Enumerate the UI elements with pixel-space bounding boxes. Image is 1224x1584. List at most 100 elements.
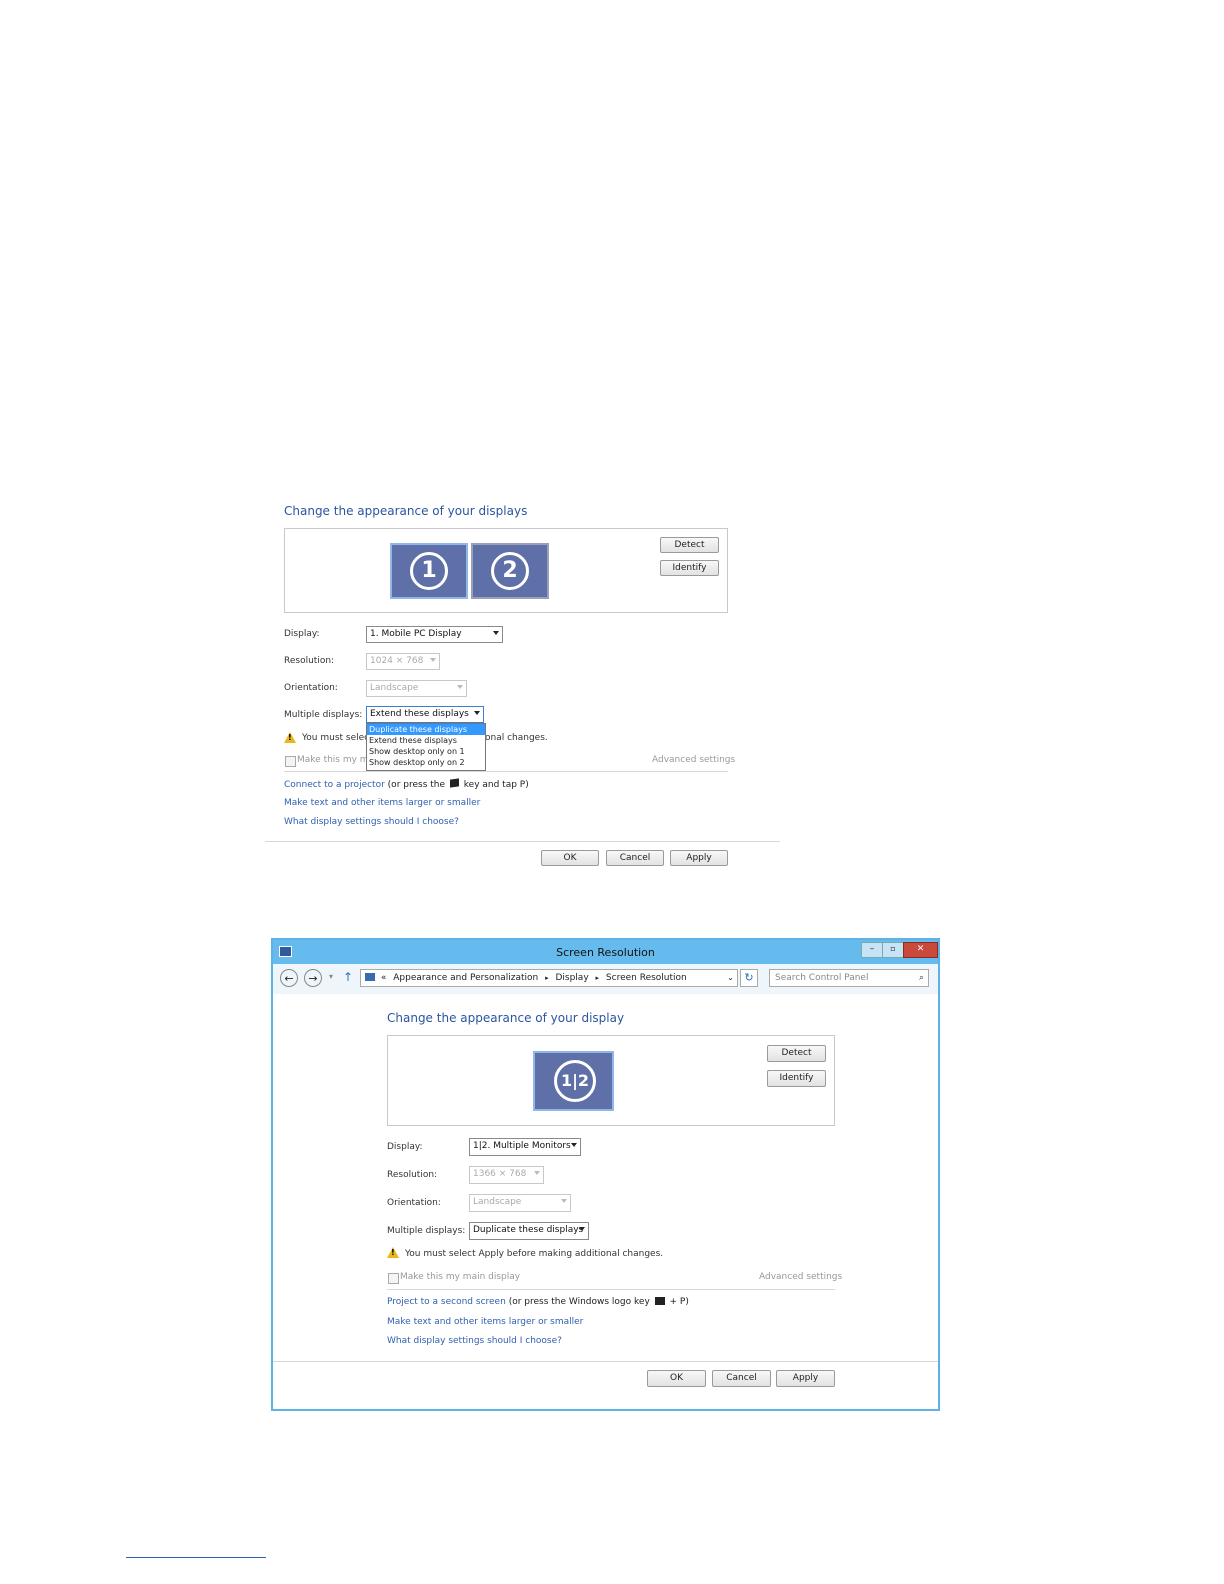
cancel-button[interactable]: Cancel (606, 850, 664, 866)
address-bar[interactable]: « Appearance and Personalization ▸ Displ… (360, 969, 738, 987)
chevron-down-icon (534, 1171, 540, 1175)
chevron-down-icon (474, 711, 480, 715)
detect-button[interactable]: Detect (660, 537, 719, 553)
breadcrumb-separator-icon: ▸ (595, 974, 600, 982)
back-arrow-icon: ← (284, 972, 294, 985)
warning-text-right: onal changes. (485, 733, 548, 743)
close-button[interactable]: ✕ (903, 942, 938, 958)
divider (284, 771, 728, 772)
chevron-down-icon[interactable]: ⌄ (727, 970, 734, 986)
project-suffix-a: (or press the Windows logo key (508, 1297, 650, 1307)
refresh-icon: ↻ (744, 971, 754, 984)
resolution-select[interactable]: 1024 × 768 (366, 653, 440, 670)
multiple-displays-label: Multiple displays: (387, 1226, 466, 1236)
breadcrumb-item[interactable]: Display (555, 973, 588, 983)
multiple-displays-select[interactable]: Duplicate these displays (469, 1222, 589, 1240)
apply-button[interactable]: Apply (670, 850, 728, 866)
resolution-label: Resolution: (387, 1170, 438, 1180)
top-heading: Change the appearance of your displays (284, 504, 528, 518)
dropdown-option[interactable]: Extend these displays (367, 735, 485, 746)
multiple-displays-select-value: Duplicate these displays (473, 1225, 584, 1235)
maximize-button[interactable]: ▫ (882, 942, 904, 958)
refresh-button[interactable]: ↻ (740, 969, 758, 987)
breadcrumb-item[interactable]: Screen Resolution (606, 973, 687, 983)
dropdown-option[interactable]: Show desktop only on 2 (367, 757, 485, 768)
cancel-button[interactable]: Cancel (712, 1370, 771, 1387)
display-select[interactable]: 1|2. Multiple Monitors (469, 1138, 581, 1156)
ok-button[interactable]: OK (647, 1370, 706, 1387)
footer-divider (265, 841, 780, 842)
resolution-select[interactable]: 1366 × 768 (469, 1166, 544, 1184)
orientation-select-value: Landscape (370, 683, 419, 693)
project-row: Project to a second screen (or press the… (387, 1297, 689, 1307)
recent-pages-icon[interactable]: ▾ (329, 972, 333, 981)
resolution-label: Resolution: (284, 656, 335, 666)
windows-logo-icon (654, 1297, 665, 1305)
forward-arrow-icon: → (308, 972, 318, 985)
display-select-value: 1|2. Multiple Monitors (473, 1141, 571, 1151)
warning-text-left: You must select (302, 733, 373, 743)
window-title: Screen Resolution (556, 946, 655, 959)
ok-button[interactable]: OK (541, 850, 599, 866)
orientation-select-value: Landscape (473, 1197, 522, 1207)
detect-button[interactable]: Detect (767, 1045, 826, 1062)
monitor-number: 2 (491, 552, 529, 590)
text-size-link[interactable]: Make text and other items larger or smal… (284, 798, 480, 808)
up-button[interactable]: ↑ (343, 970, 353, 984)
monitor-number: 1|2 (554, 1060, 596, 1102)
dropdown-option[interactable]: Duplicate these displays (367, 724, 485, 735)
search-icon: ⌕ (918, 973, 924, 983)
close-icon: ✕ (916, 944, 925, 954)
display-help-link[interactable]: What display settings should I choose? (284, 817, 459, 827)
warning-icon: ! (284, 732, 296, 743)
make-main-label: Make this my main display (400, 1272, 521, 1282)
resolution-select-value: 1024 × 768 (370, 656, 424, 666)
maximize-icon: ▫ (890, 944, 896, 953)
display-select[interactable]: 1. Mobile PC Display (366, 626, 503, 643)
forward-button[interactable]: → (304, 969, 322, 987)
apply-button[interactable]: Apply (776, 1370, 835, 1387)
project-second-screen-link[interactable]: Project to a second screen (387, 1297, 506, 1307)
dropdown-option[interactable]: Show desktop only on 1 (367, 746, 485, 757)
make-main-checkbox[interactable] (285, 756, 296, 767)
project-suffix-b: + P) (669, 1297, 689, 1307)
connect-suffix-b: key and tap P) (463, 780, 529, 790)
multiple-displays-select[interactable]: Extend these displays (366, 706, 484, 723)
windows-logo-icon (449, 778, 459, 788)
advanced-settings-link[interactable]: Advanced settings (652, 755, 735, 765)
breadcrumb-separator-icon: ▸ (545, 974, 549, 982)
chevron-down-icon (571, 1143, 577, 1147)
monitor-1[interactable]: 1 (390, 543, 468, 599)
chevron-down-icon (561, 1199, 567, 1203)
orientation-label: Orientation: (284, 683, 338, 693)
identify-button[interactable]: Identify (767, 1070, 826, 1087)
search-input[interactable]: Search Control Panel ⌕ (769, 969, 929, 987)
make-main-checkbox[interactable] (388, 1273, 399, 1284)
identify-button[interactable]: Identify (660, 560, 719, 576)
warning-icon: ! (387, 1247, 399, 1258)
monitor-1-2[interactable]: 1|2 (533, 1051, 614, 1111)
back-button[interactable]: ← (280, 969, 298, 987)
chevron-down-icon (457, 685, 463, 689)
chevron-down-icon (579, 1227, 585, 1231)
connect-suffix-a: (or press the (387, 780, 446, 790)
monitor-number: 1 (410, 552, 448, 590)
display-label: Display: (387, 1142, 423, 1152)
display-help-link[interactable]: What display settings should I choose? (387, 1336, 562, 1346)
monitor-2[interactable]: 2 (471, 543, 549, 599)
title-bar: Screen Resolution – ▫ ✕ (273, 940, 938, 964)
orientation-select[interactable]: Landscape (366, 680, 467, 697)
multiple-displays-label: Multiple displays: (284, 710, 363, 720)
minimize-button[interactable]: – (861, 942, 883, 958)
breadcrumb-prefix: « (380, 973, 387, 983)
search-placeholder: Search Control Panel (775, 973, 869, 983)
orientation-select[interactable]: Landscape (469, 1194, 571, 1212)
text-size-link[interactable]: Make text and other items larger or smal… (387, 1317, 583, 1327)
breadcrumb-item[interactable]: Appearance and Personalization (393, 973, 538, 983)
footnote-rule (126, 1557, 266, 1558)
advanced-settings-link[interactable]: Advanced settings (759, 1272, 842, 1282)
footer-divider (273, 1361, 938, 1362)
connect-projector-link[interactable]: Connect to a projector (284, 780, 385, 790)
make-main-label: Make this my m (297, 755, 369, 765)
top-monitor-panel: 1 2 Detect Identify (284, 528, 728, 613)
